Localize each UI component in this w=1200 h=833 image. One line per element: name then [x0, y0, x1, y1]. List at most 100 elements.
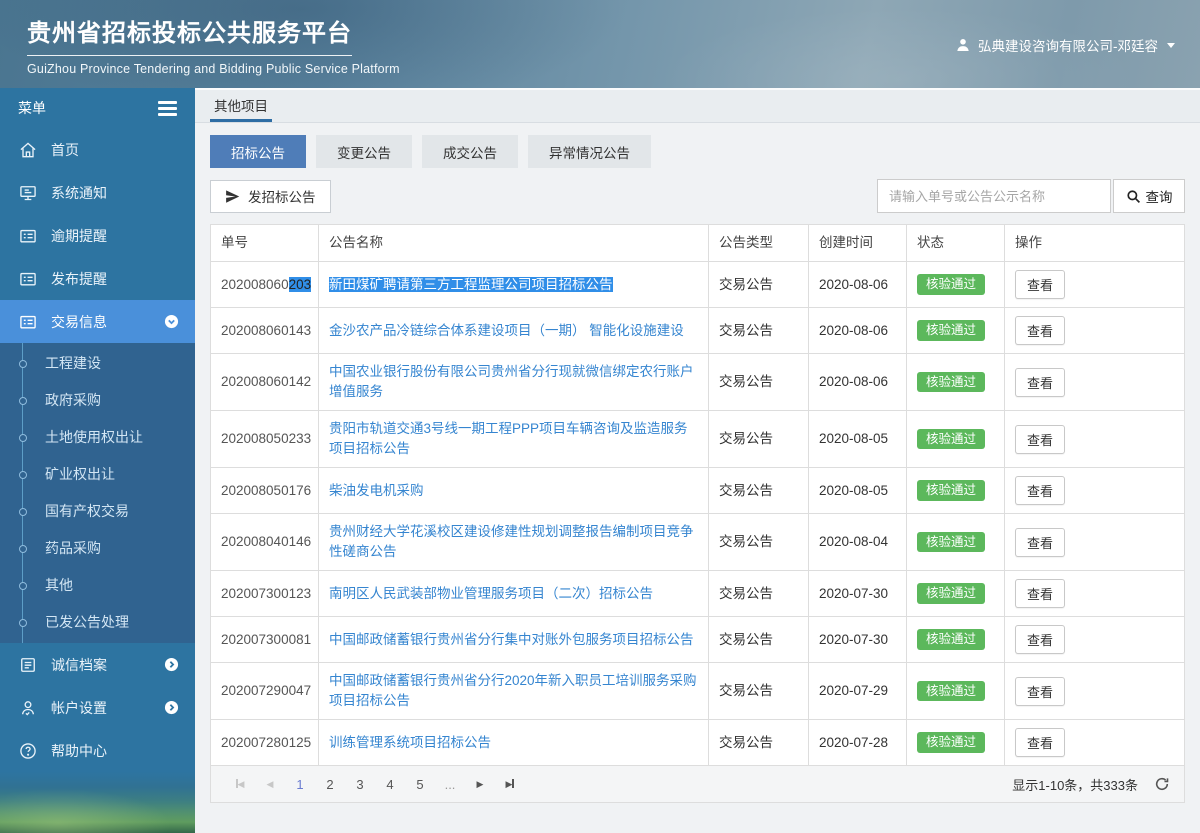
cell-type: 交易公告 — [708, 307, 809, 354]
pagination-first[interactable]: ◀ — [225, 778, 255, 790]
pagination-page-3[interactable]: 3 — [345, 777, 375, 792]
pagination-page-5[interactable]: 5 — [405, 777, 435, 792]
cell-actions: 查看 — [1004, 719, 1185, 766]
submenu-item-drug-procurement[interactable]: 药品采购 — [0, 530, 195, 567]
pagination-page-2[interactable]: 2 — [315, 777, 345, 792]
cell-title: 训练管理系统项目招标公告 — [318, 719, 709, 766]
pagination-prev[interactable]: ◀ — [255, 779, 285, 790]
announcement-link[interactable]: 南明区人民武装部物业管理服务项目（二次）招标公告 — [329, 586, 653, 601]
paper-plane-icon — [225, 189, 240, 204]
cell-actions: 查看 — [1004, 616, 1185, 663]
cell-actions: 查看 — [1004, 353, 1185, 411]
view-button[interactable]: 查看 — [1015, 316, 1066, 345]
cell-status: 核验通过 — [906, 719, 1005, 766]
status-badge: 核验通过 — [917, 629, 986, 650]
user-icon — [955, 37, 971, 53]
publish-tender-button[interactable]: 发招标公告 — [210, 179, 331, 213]
cell-actions: 查看 — [1004, 307, 1185, 354]
cell-number: 202008050233 — [210, 410, 319, 468]
announcement-link[interactable]: 贵阳市轨道交通3号线一期工程PPP项目车辆咨询及监造服务项目招标公告 — [329, 421, 688, 456]
view-button[interactable]: 查看 — [1015, 625, 1066, 654]
tab-tender-announcements[interactable]: 招标公告 — [210, 135, 306, 168]
sidebar-background-photo — [0, 772, 195, 833]
tab-deal-announcements[interactable]: 成交公告 — [422, 135, 518, 168]
cell-actions: 查看 — [1004, 467, 1185, 514]
search-button[interactable]: 查询 — [1113, 179, 1185, 213]
pagination-page-1[interactable]: 1 — [285, 777, 315, 792]
announcement-link[interactable]: 中国邮政储蓄银行贵州省分行2020年新入职员工培训服务采购项目招标公告 — [329, 673, 697, 708]
cell-title: 南明区人民武装部物业管理服务项目（二次）招标公告 — [318, 570, 709, 617]
table-header-row: 单号 公告名称 公告类型 创建时间 状态 操作 — [210, 224, 1185, 262]
sidebar-item-label: 帐户设置 — [51, 699, 107, 716]
submenu-item-other[interactable]: 其他 — [0, 567, 195, 604]
cell-date: 2020-08-05 — [808, 467, 907, 514]
announcement-link[interactable]: 训练管理系统项目招标公告 — [329, 735, 491, 750]
cell-title: 贵阳市轨道交通3号线一期工程PPP项目车辆咨询及监造服务项目招标公告 — [318, 410, 709, 468]
cell-date: 2020-07-28 — [808, 719, 907, 766]
cell-date: 2020-08-06 — [808, 261, 907, 308]
table-body: 202008060203 新田煤矿聘请第三方工程监理公司项目招标公告 交易公告 202… — [210, 261, 1185, 766]
submenu-item-government-procurement[interactable]: 政府采购 — [0, 382, 195, 419]
view-button[interactable]: 查看 — [1015, 579, 1066, 608]
cell-type: 交易公告 — [708, 662, 809, 720]
announcement-link[interactable]: 柴油发电机采购 — [329, 483, 424, 498]
sidebar-item-home[interactable]: 首页 — [0, 128, 195, 171]
caret-down-icon — [1167, 42, 1175, 48]
announcement-link[interactable]: 中国农业银行股份有限公司贵州省分行现就微信绑定农行账户增值服务 — [329, 364, 694, 399]
cell-actions: 查看 — [1004, 570, 1185, 617]
announcement-link[interactable]: 贵州财经大学花溪校区建设修建性规划调整报告编制项目竞争性磋商公告 — [329, 524, 694, 559]
search-input[interactable] — [877, 179, 1111, 213]
main-content: 其他项目 招标公告 变更公告 成交公告 异常情况公告 发招标公告 请输入单号或公… — [195, 88, 1200, 833]
sidebar-item-notifications[interactable]: 系统通知 — [0, 171, 195, 214]
cell-title: 贵州财经大学花溪校区建设修建性规划调整报告编制项目竞争性磋商公告 — [318, 513, 709, 571]
announcement-link[interactable]: 新田煤矿聘请第三方工程监理公司项目招标公告 — [329, 276, 613, 292]
hamburger-icon[interactable] — [158, 99, 177, 118]
cell-date: 2020-08-06 — [808, 353, 907, 411]
pagination-ellipsis: ... — [444, 776, 456, 792]
tab-other-projects[interactable]: 其他项目 — [210, 90, 272, 122]
sidebar-item-credit-archive[interactable]: 诚信档案 — [0, 643, 195, 686]
view-button[interactable]: 查看 — [1015, 367, 1066, 397]
cell-date: 2020-07-29 — [808, 662, 907, 720]
view-button[interactable]: 查看 — [1015, 527, 1066, 557]
pagination-next[interactable]: ▶ — [465, 779, 495, 790]
announcement-link[interactable]: 金沙农产品冷链综合体系建设项目（一期） 智能化设施建设 — [329, 323, 684, 338]
announcement-link[interactable]: 中国邮政储蓄银行贵州省分行集中对账外包服务项目招标公告 — [329, 632, 694, 647]
status-badge: 核验通过 — [917, 480, 986, 501]
cell-number: 202007300123 — [210, 570, 319, 617]
menu-label: 菜单 — [18, 100, 46, 116]
view-button[interactable]: 查看 — [1015, 728, 1066, 757]
user-menu[interactable]: 弘典建设咨询有限公司-邓廷容 — [955, 35, 1175, 55]
brand: 贵州省招标投标公共服务平台 GuiZhou Province Tendering… — [27, 13, 400, 76]
cell-actions: 查看 — [1004, 513, 1185, 571]
sidebar-item-label: 交易信息 — [51, 313, 107, 330]
submenu-item-engineering[interactable]: 工程建设 — [0, 345, 195, 382]
cell-title: 中国邮政储蓄银行贵州省分行集中对账外包服务项目招标公告 — [318, 616, 709, 663]
view-button[interactable]: 查看 — [1015, 424, 1066, 454]
pagination-page-4[interactable]: 4 — [375, 777, 405, 792]
refresh-icon[interactable] — [1154, 776, 1170, 792]
cell-status: 核验通过 — [906, 261, 1005, 308]
cell-number: 202007300081 — [210, 616, 319, 663]
pagination-last[interactable]: ▶ — [495, 778, 525, 790]
cell-actions: 查看 — [1004, 410, 1185, 468]
cell-status: 核验通过 — [906, 616, 1005, 663]
toolbar: 发招标公告 查询 — [210, 179, 1185, 213]
view-button[interactable]: 查看 — [1015, 676, 1066, 706]
sidebar-item-label: 逾期提醒 — [51, 227, 107, 244]
view-button[interactable]: 查看 — [1015, 476, 1066, 505]
sidebar-item-overdue-reminders[interactable]: 逾期提醒 — [0, 214, 195, 257]
sidebar-item-publish-reminders[interactable]: 发布提醒 — [0, 257, 195, 300]
submenu-item-published-announcements[interactable]: 已发公告处理 — [0, 604, 195, 641]
submenu-item-mining-rights[interactable]: 矿业权出让 — [0, 456, 195, 493]
table-row: 202008060143 金沙农产品冷链综合体系建设项目（一期） 智能化设施建设 交… — [210, 307, 1185, 354]
view-button[interactable]: 查看 — [1015, 270, 1066, 299]
tab-abnormal-announcements[interactable]: 异常情况公告 — [528, 135, 651, 168]
submenu-item-land-use-rights[interactable]: 土地使用权出让 — [0, 419, 195, 456]
sidebar-item-help-center[interactable]: 帮助中心 — [0, 729, 195, 772]
question-circle-icon — [18, 741, 38, 761]
tab-change-announcements[interactable]: 变更公告 — [316, 135, 412, 168]
sidebar-item-account-settings[interactable]: 帐户设置 — [0, 686, 195, 729]
sidebar-item-transaction-info[interactable]: 交易信息 — [0, 300, 195, 343]
submenu-item-state-property[interactable]: 国有产权交易 — [0, 493, 195, 530]
